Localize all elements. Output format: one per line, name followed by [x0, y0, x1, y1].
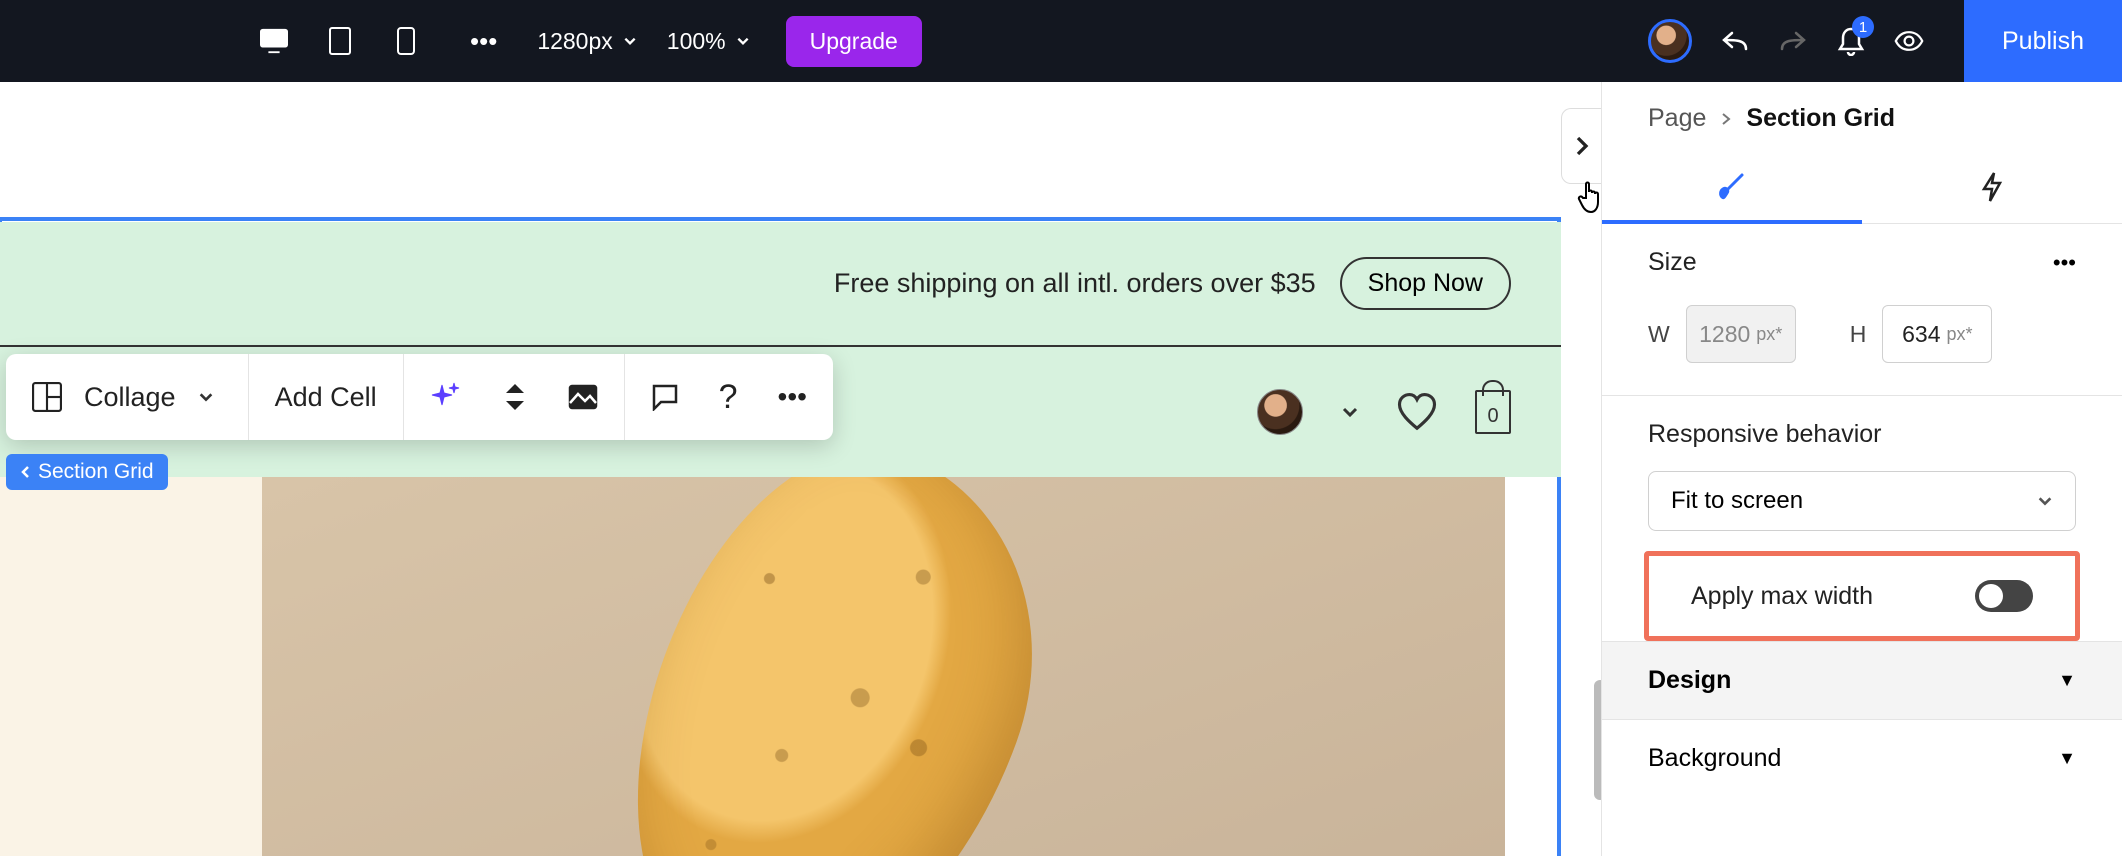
- zoom-value: 100%: [667, 28, 726, 55]
- add-cell-button[interactable]: Add Cell: [249, 354, 404, 440]
- viewport-width-dropdown[interactable]: 1280px: [537, 28, 636, 55]
- member-avatar[interactable]: [1257, 389, 1303, 435]
- inspector-tabs: [1602, 151, 2122, 224]
- layout-mode-dropdown[interactable]: Collage: [6, 354, 249, 440]
- redo-button[interactable]: [1778, 26, 1808, 56]
- triangle-down-icon: ▼: [2058, 670, 2076, 691]
- selection-toolbar: Collage Add Cell ? •••: [6, 354, 833, 440]
- size-section-title: Size: [1648, 248, 1697, 277]
- section-tag-label: Section Grid: [38, 460, 154, 484]
- panel-collapse-handle[interactable]: [1561, 108, 1601, 184]
- chevron-down-icon: [623, 34, 637, 48]
- breadcrumb-root[interactable]: Page: [1648, 104, 1706, 133]
- width-unit: px*: [1756, 324, 1782, 345]
- tab-design[interactable]: [1602, 151, 1862, 223]
- chevron-right-icon: [1574, 135, 1590, 157]
- notifications-button[interactable]: 1: [1836, 26, 1866, 56]
- breadcrumb-current: Section Grid: [1746, 104, 1895, 133]
- triangle-down-icon: ▼: [2058, 748, 2076, 769]
- shop-now-button[interactable]: Shop Now: [1340, 257, 1511, 310]
- background-accordion-label: Background: [1648, 744, 1781, 773]
- ai-sparkle-button[interactable]: [430, 381, 462, 413]
- promo-text: Free shipping on all intl. orders over $…: [834, 268, 1316, 299]
- device-switcher: •••: [260, 26, 497, 57]
- apply-max-width-toggle[interactable]: [1975, 580, 2033, 612]
- breadcrumb: Page Section Grid: [1602, 82, 2122, 151]
- width-input[interactable]: 1280 px*: [1686, 305, 1796, 363]
- user-avatar[interactable]: [1648, 19, 1692, 63]
- reorder-button[interactable]: [502, 382, 528, 412]
- cart-bag-button[interactable]: 0: [1475, 390, 1511, 434]
- upgrade-button[interactable]: Upgrade: [786, 16, 922, 67]
- responsive-section: Responsive behavior Fit to screen Apply …: [1602, 396, 2122, 641]
- chevron-right-icon: [1720, 112, 1732, 126]
- height-input[interactable]: 634 px*: [1882, 305, 1992, 363]
- section-grid-content[interactable]: [0, 477, 1505, 856]
- height-label: H: [1850, 321, 1867, 348]
- apply-max-width-row: Apply max width: [1644, 551, 2080, 641]
- chevron-down-icon[interactable]: [1341, 403, 1359, 421]
- responsive-section-title: Responsive behavior: [1648, 420, 2076, 449]
- more-actions-button[interactable]: •••: [778, 381, 807, 413]
- notification-badge: 1: [1852, 16, 1874, 38]
- cart-count: 0: [1487, 405, 1498, 428]
- width-label: W: [1648, 321, 1670, 348]
- lightning-icon: [1976, 171, 2008, 203]
- viewport-width-value: 1280px: [537, 28, 612, 55]
- section-breadcrumb-tag[interactable]: Section Grid: [6, 454, 168, 490]
- layout-mode-label: Collage: [84, 382, 176, 413]
- tab-interactions[interactable]: [1862, 151, 2122, 223]
- top-bar: ••• 1280px 100% Upgrade 1 Publish: [0, 0, 2122, 82]
- more-devices-button[interactable]: •••: [470, 26, 497, 57]
- design-accordion-label: Design: [1648, 666, 1731, 695]
- promo-bar: Free shipping on all intl. orders over $…: [0, 222, 1561, 347]
- mobile-device-button[interactable]: [392, 27, 420, 55]
- tablet-device-button[interactable]: [326, 27, 354, 55]
- responsive-behavior-select[interactable]: Fit to screen: [1648, 471, 2076, 531]
- responsive-select-value: Fit to screen: [1671, 487, 1803, 515]
- chevron-down-icon: [198, 389, 214, 405]
- inspector-panel: Page Section Grid Size ••• W 1280 px* H: [1601, 82, 2122, 856]
- canvas[interactable]: Free shipping on all intl. orders over $…: [0, 82, 1601, 856]
- size-section: Size ••• W 1280 px* H 634 px*: [1602, 224, 2122, 396]
- topbar-right: 1 Publish: [1648, 0, 2122, 82]
- design-accordion[interactable]: Design ▼: [1602, 641, 2122, 719]
- apply-max-width-label: Apply max width: [1691, 582, 1873, 611]
- comment-button[interactable]: [651, 383, 679, 411]
- background-button[interactable]: [568, 384, 598, 410]
- grid-cell-image[interactable]: [262, 477, 1505, 856]
- width-field: W 1280 px*: [1648, 305, 1796, 363]
- grid-cell-left[interactable]: [0, 477, 262, 856]
- product-image: [572, 477, 1095, 856]
- collage-layout-icon: [32, 382, 62, 412]
- add-cell-label: Add Cell: [275, 382, 377, 413]
- size-more-button[interactable]: •••: [2053, 250, 2076, 276]
- height-field: H 634 px*: [1850, 305, 1993, 363]
- brush-icon: [1716, 171, 1748, 203]
- publish-button[interactable]: Publish: [1964, 0, 2122, 82]
- preview-button[interactable]: [1894, 26, 1924, 56]
- chevron-down-icon: [2037, 493, 2053, 509]
- desktop-device-button[interactable]: [260, 27, 288, 55]
- background-accordion[interactable]: Background ▼: [1602, 719, 2122, 797]
- chevron-left-icon: [20, 465, 32, 479]
- canvas-frame: Free shipping on all intl. orders over $…: [0, 122, 1561, 856]
- undo-button[interactable]: [1720, 26, 1750, 56]
- width-value: 1280: [1699, 321, 1750, 348]
- wishlist-heart-icon[interactable]: [1397, 392, 1437, 432]
- pointer-cursor-icon: [1577, 176, 1611, 224]
- height-unit: px*: [1947, 324, 1973, 345]
- zoom-dropdown[interactable]: 100%: [667, 28, 750, 55]
- chevron-down-icon: [736, 34, 750, 48]
- help-button[interactable]: ?: [719, 378, 738, 417]
- height-value: 634: [1902, 321, 1940, 348]
